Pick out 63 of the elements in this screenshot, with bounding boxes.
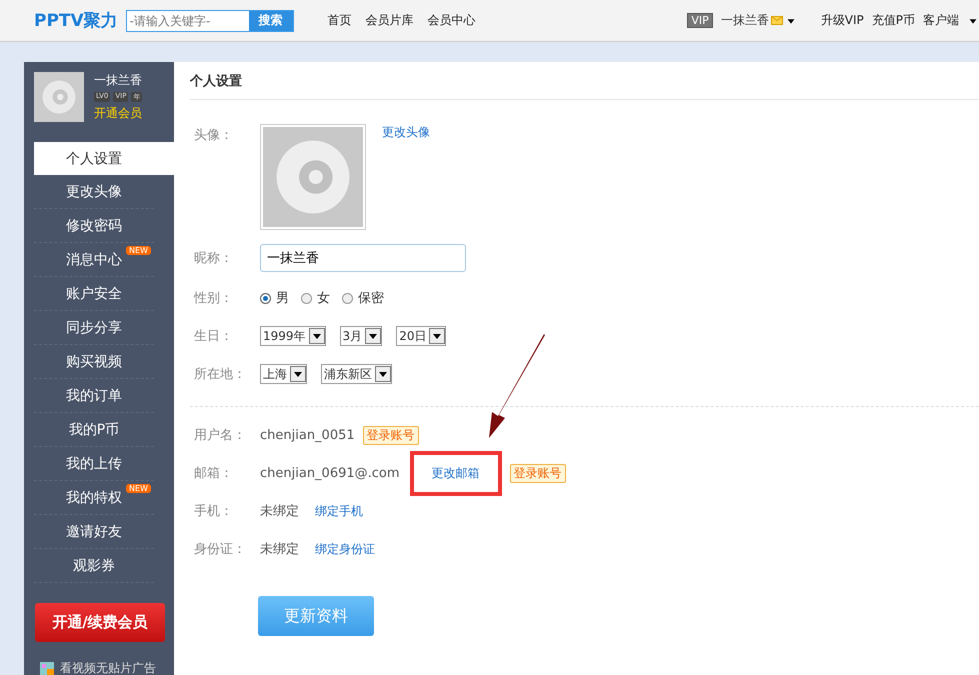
field-label: 性别： — [194, 290, 234, 307]
change-email-link[interactable]: 更改邮箱 — [432, 464, 480, 482]
radio-label[interactable]: 女 — [317, 289, 330, 307]
radio-button[interactable] — [260, 292, 271, 304]
field-value: 未绑定 — [260, 541, 299, 558]
dropdown[interactable]: 20日 — [396, 326, 446, 346]
field-label: 手机： — [194, 503, 234, 520]
picture-icon — [40, 662, 54, 675]
login-account-tag: 登录账号 — [510, 464, 566, 482]
change-avatar-link[interactable]: 更改头像 — [382, 124, 430, 141]
radio-button[interactable] — [342, 292, 353, 304]
field-value: 未绑定 — [260, 503, 299, 520]
dropdown[interactable]: 3月 — [340, 326, 382, 346]
radio-button[interactable] — [301, 292, 312, 304]
field-label: 用户名： — [194, 427, 247, 444]
dropdown[interactable]: 浦东新区 — [321, 364, 392, 384]
dropdown[interactable]: 1999年 — [260, 326, 326, 346]
nav-link[interactable]: 会员中心 — [428, 12, 476, 29]
radio-label[interactable]: 保密 — [358, 289, 384, 307]
radio-label[interactable]: 男 — [276, 289, 289, 307]
sidebar-item[interactable]: 购买视频 — [34, 345, 154, 379]
sidebar-item[interactable]: 账户安全 — [34, 277, 154, 311]
login-account-tag: 登录账号 — [362, 426, 419, 444]
page-title: 个人设置 — [190, 72, 979, 100]
header-link[interactable]: 升级VIP — [820, 12, 864, 29]
sidebar-item[interactable]: 消息中心 NEW — [34, 243, 154, 277]
envelope-icon — [770, 16, 783, 25]
user-menu[interactable]: 一抹兰香 — [720, 12, 797, 29]
sidebar-item[interactable]: 个人设置 — [34, 142, 174, 175]
field-label: 头像： — [194, 127, 234, 144]
new-badge: NEW — [126, 484, 151, 493]
nav-link[interactable]: 首页 — [328, 12, 352, 29]
bind-link[interactable]: 绑定身份证 — [315, 540, 375, 558]
sidebar-item[interactable]: 观影券 — [34, 549, 154, 583]
user-name: 一抹兰香 — [94, 72, 142, 89]
nav-link[interactable]: 会员片库 — [366, 12, 414, 29]
membership-button[interactable]: 开通/续费会员 — [35, 603, 165, 642]
logo[interactable]: PPTV聚力 — [34, 9, 118, 32]
vip-badge: VIP — [687, 13, 713, 28]
sidebar-item[interactable]: 我的上传 — [34, 447, 154, 481]
field-value: chenjian_0691@.com — [260, 466, 400, 480]
bind-link[interactable]: 绑定手机 — [315, 502, 363, 520]
sidebar-item[interactable]: 同步分享 — [34, 311, 154, 345]
sidebar-item[interactable]: 我的特权 NEW — [34, 481, 154, 515]
promo-text: 看视频无贴片广告 — [60, 660, 156, 675]
field-label: 所在地： — [194, 366, 247, 383]
field-value: chenjian_0051 — [260, 428, 355, 442]
sidebar-item[interactable]: 更改头像 — [34, 175, 154, 209]
avatar-placeholder — [34, 72, 84, 122]
sidebar-item[interactable]: 我的P币 — [34, 413, 154, 447]
sidebar-item[interactable]: 修改密码 — [34, 209, 154, 243]
new-badge: NEW — [126, 246, 151, 255]
header-link[interactable]: 充值P币 — [872, 12, 915, 29]
field-label: 邮箱： — [194, 465, 234, 482]
sidebar-item[interactable]: 我的订单 — [34, 379, 154, 413]
field-label: 昵称： — [194, 250, 234, 267]
dropdown[interactable]: 上海 — [260, 364, 307, 384]
open-membership-link[interactable]: 开通会员 — [94, 105, 142, 122]
field-label: 生日： — [194, 328, 234, 345]
header-link[interactable]: 客户端 — [923, 12, 959, 29]
field-label: 身份证： — [194, 541, 247, 558]
sidebar-item[interactable]: 邀请好友 — [34, 515, 154, 549]
nickname-field[interactable]: 一抹兰香 — [260, 244, 466, 272]
